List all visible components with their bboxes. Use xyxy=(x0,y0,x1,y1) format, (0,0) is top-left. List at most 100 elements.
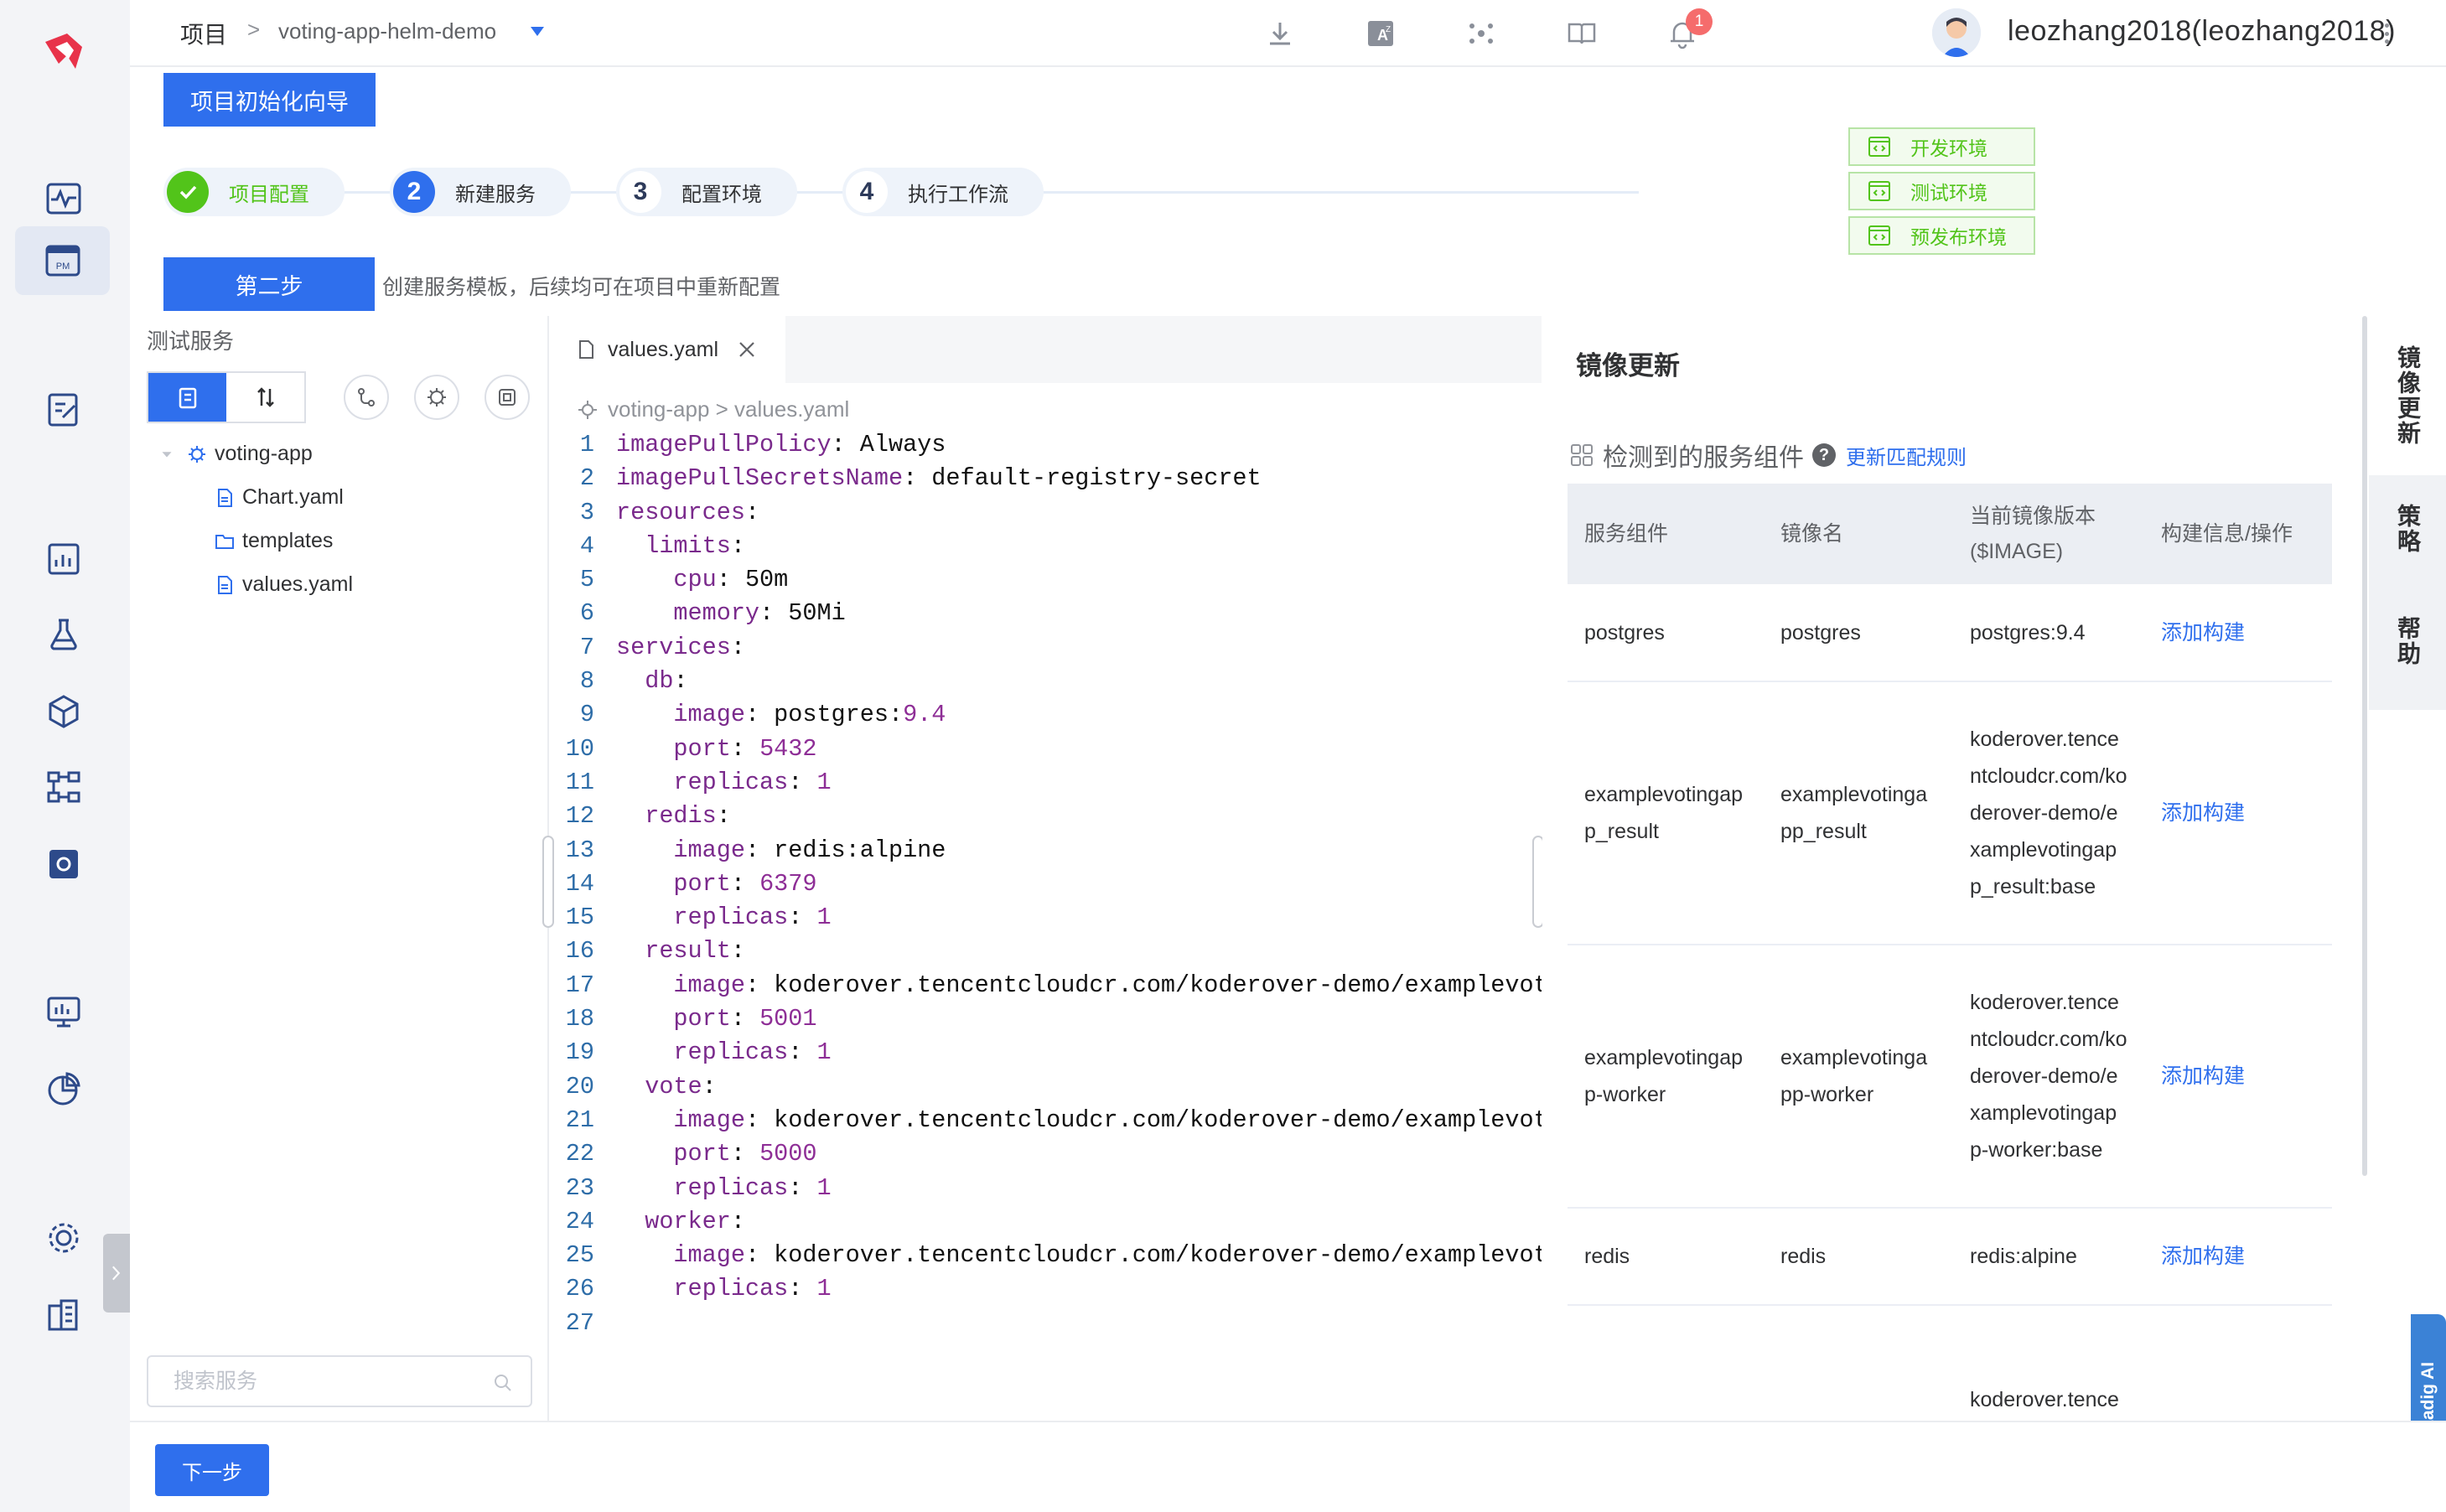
system-settings-icon[interactable] xyxy=(38,1212,90,1264)
project-icon[interactable]: PM xyxy=(15,226,110,295)
project-init-wizard-button[interactable]: 项目初始化向导 xyxy=(163,73,376,127)
docs-book-icon[interactable] xyxy=(1563,15,1600,52)
tree-file-chart[interactable]: Chart.yaml xyxy=(214,485,344,510)
code-area[interactable]: 1 imagePullPolicy: Always 2 imagePullSecret… xyxy=(551,428,1542,1340)
flask-icon[interactable] xyxy=(38,608,90,660)
code-line: 27 xyxy=(565,1308,594,1337)
settings-box-icon[interactable] xyxy=(38,838,90,890)
code-line: 18 port: 5001 xyxy=(565,1005,817,1033)
monitor-icon[interactable] xyxy=(38,986,90,1038)
workflow-icon[interactable] xyxy=(38,761,90,813)
step-run-workflow[interactable]: 4 执行工作流 xyxy=(842,168,1044,216)
dashboard-icon[interactable] xyxy=(38,533,90,585)
pie-chart-icon[interactable] xyxy=(38,1063,90,1115)
code-line: 4 limits: xyxy=(579,531,745,560)
code-line: 14 port: 6379 xyxy=(565,869,817,898)
code-line: 9 image: postgres:9.4 xyxy=(579,701,946,729)
tree-title: 测试服务 xyxy=(147,329,235,354)
zadig-logo-icon[interactable] xyxy=(37,25,91,79)
help-question-icon[interactable]: ? xyxy=(1812,443,1836,467)
chevron-right-icon xyxy=(112,1266,121,1281)
search-service xyxy=(147,1355,532,1407)
search-input[interactable] xyxy=(148,1357,531,1406)
folder-icon xyxy=(215,534,234,549)
components-grid-icon xyxy=(1571,444,1593,466)
close-icon[interactable] xyxy=(735,338,759,361)
code-line: 21 image: koderover.tencentcloudcr.com/k… xyxy=(565,1106,1542,1134)
package-icon[interactable] xyxy=(38,686,90,738)
code-line: 11 replicas: 1 xyxy=(565,768,832,796)
tree-node-label: voting-app xyxy=(215,442,313,465)
add-build-link[interactable]: 添加构建 xyxy=(2144,945,2332,1209)
notification-bell-icon[interactable]: 1 xyxy=(1664,8,1713,52)
activity-icon[interactable] xyxy=(38,173,90,225)
tab-label: values.yaml xyxy=(608,337,718,361)
tree-file-values[interactable]: values.yaml xyxy=(214,572,353,597)
add-build-link[interactable]: 添加构建 xyxy=(2144,584,2332,682)
add-build-link[interactable]: 添加构建 xyxy=(2144,1208,2332,1306)
code-line: 1 imagePullPolicy: Always xyxy=(579,431,946,458)
helm-icon[interactable] xyxy=(414,375,459,420)
next-step-button[interactable]: 下一步 xyxy=(155,1444,269,1496)
tree-node-label: values.yaml xyxy=(242,572,353,596)
left-nav-rail: PM xyxy=(0,0,130,1512)
update-rule-link[interactable]: 更新匹配规则 xyxy=(1846,441,1967,470)
git-branch-icon[interactable] xyxy=(344,375,389,420)
sort-icon[interactable] xyxy=(226,373,304,422)
env-dev-button[interactable]: 开发环境 xyxy=(1848,127,2035,166)
tab-values-yaml[interactable]: values.yaml xyxy=(551,316,785,383)
yaml-editor: values.yaml voting-app > values.yaml 1 im… xyxy=(542,316,1544,1421)
step-number: 4 xyxy=(846,171,888,213)
step-number: 3 xyxy=(619,171,661,213)
step-label: 执行工作流 xyxy=(908,183,1008,206)
breadcrumb-root[interactable]: 项目 xyxy=(180,17,227,50)
code-line: 8 db: xyxy=(579,667,688,696)
add-build-link[interactable]: 添加构建 xyxy=(2144,681,2332,945)
step-project-config[interactable]: 项目配置 xyxy=(163,168,345,216)
download-icon[interactable] xyxy=(1262,15,1298,52)
caret-down-icon[interactable] xyxy=(531,27,544,36)
expand-rail-handle[interactable] xyxy=(103,1234,130,1313)
column-header: 镜像名 xyxy=(1764,484,1953,584)
step-new-service[interactable]: 2 新建服务 xyxy=(390,168,571,216)
translate-icon[interactable]: AZ xyxy=(1362,15,1399,52)
code-line: 23 replicas: 1 xyxy=(565,1173,832,1202)
cell-component: redis xyxy=(1568,1208,1764,1306)
breadcrumb-project[interactable]: voting-app-helm-demo xyxy=(278,18,496,44)
code-window-icon xyxy=(1868,137,1890,157)
detected-label: 检测到的服务组件 xyxy=(1603,444,1804,472)
step-number: 2 xyxy=(393,171,435,213)
add-build-link[interactable] xyxy=(2144,1305,2332,1421)
cell-image: examplevotingapp_result xyxy=(1764,681,1953,945)
cell-image: examplevoting xyxy=(1764,1305,1953,1421)
step-config-env[interactable]: 3 配置环境 xyxy=(616,168,797,216)
check-icon xyxy=(167,171,209,213)
tab-image-update[interactable]: 镜像更新 xyxy=(2369,316,2446,475)
list-view-icon[interactable] xyxy=(148,373,226,422)
scroll-handle-left[interactable] xyxy=(542,836,554,928)
env-test-button[interactable]: 测试环境 xyxy=(1848,172,2035,210)
username[interactable]: leozhang2018(leozhang2018) xyxy=(2008,15,2396,48)
search-icon[interactable] xyxy=(492,1372,514,1394)
code-line: 20 vote: xyxy=(565,1072,717,1100)
more-menu-icon[interactable] xyxy=(2374,18,2399,49)
avatar[interactable] xyxy=(1932,8,1981,57)
editor-tabbar: values.yaml xyxy=(551,316,1542,383)
template-icon[interactable] xyxy=(485,375,530,420)
network-icon[interactable] xyxy=(1463,15,1500,52)
code-line: 26 replicas: 1 xyxy=(565,1275,832,1303)
panel-scrollbar[interactable] xyxy=(2362,316,2367,1176)
code-line: 19 replicas: 1 xyxy=(565,1038,832,1067)
detected-components: 检测到的服务组件 ? 更新匹配规则 xyxy=(1569,437,1967,474)
cell-version: koderover.tencentcloudcr.com/koderover- xyxy=(1953,1305,2144,1421)
edit-document-icon[interactable] xyxy=(38,384,90,436)
tree-root-voting-app[interactable]: voting-app xyxy=(159,442,313,466)
column-header: 服务组件 xyxy=(1568,484,1764,584)
code-line: 2 imagePullSecretsName: default-registry-… xyxy=(579,464,1262,493)
tab-strategy[interactable]: 策略 xyxy=(2369,475,2446,583)
tab-help[interactable]: 帮助 xyxy=(2369,583,2446,700)
table-row: redis redis redis:alpine 添加构建 xyxy=(1568,1208,2332,1306)
env-staging-button[interactable]: 预发布环境 xyxy=(1848,216,2035,255)
enterprise-icon[interactable] xyxy=(38,1289,90,1341)
tree-folder-templates[interactable]: templates xyxy=(214,529,333,553)
